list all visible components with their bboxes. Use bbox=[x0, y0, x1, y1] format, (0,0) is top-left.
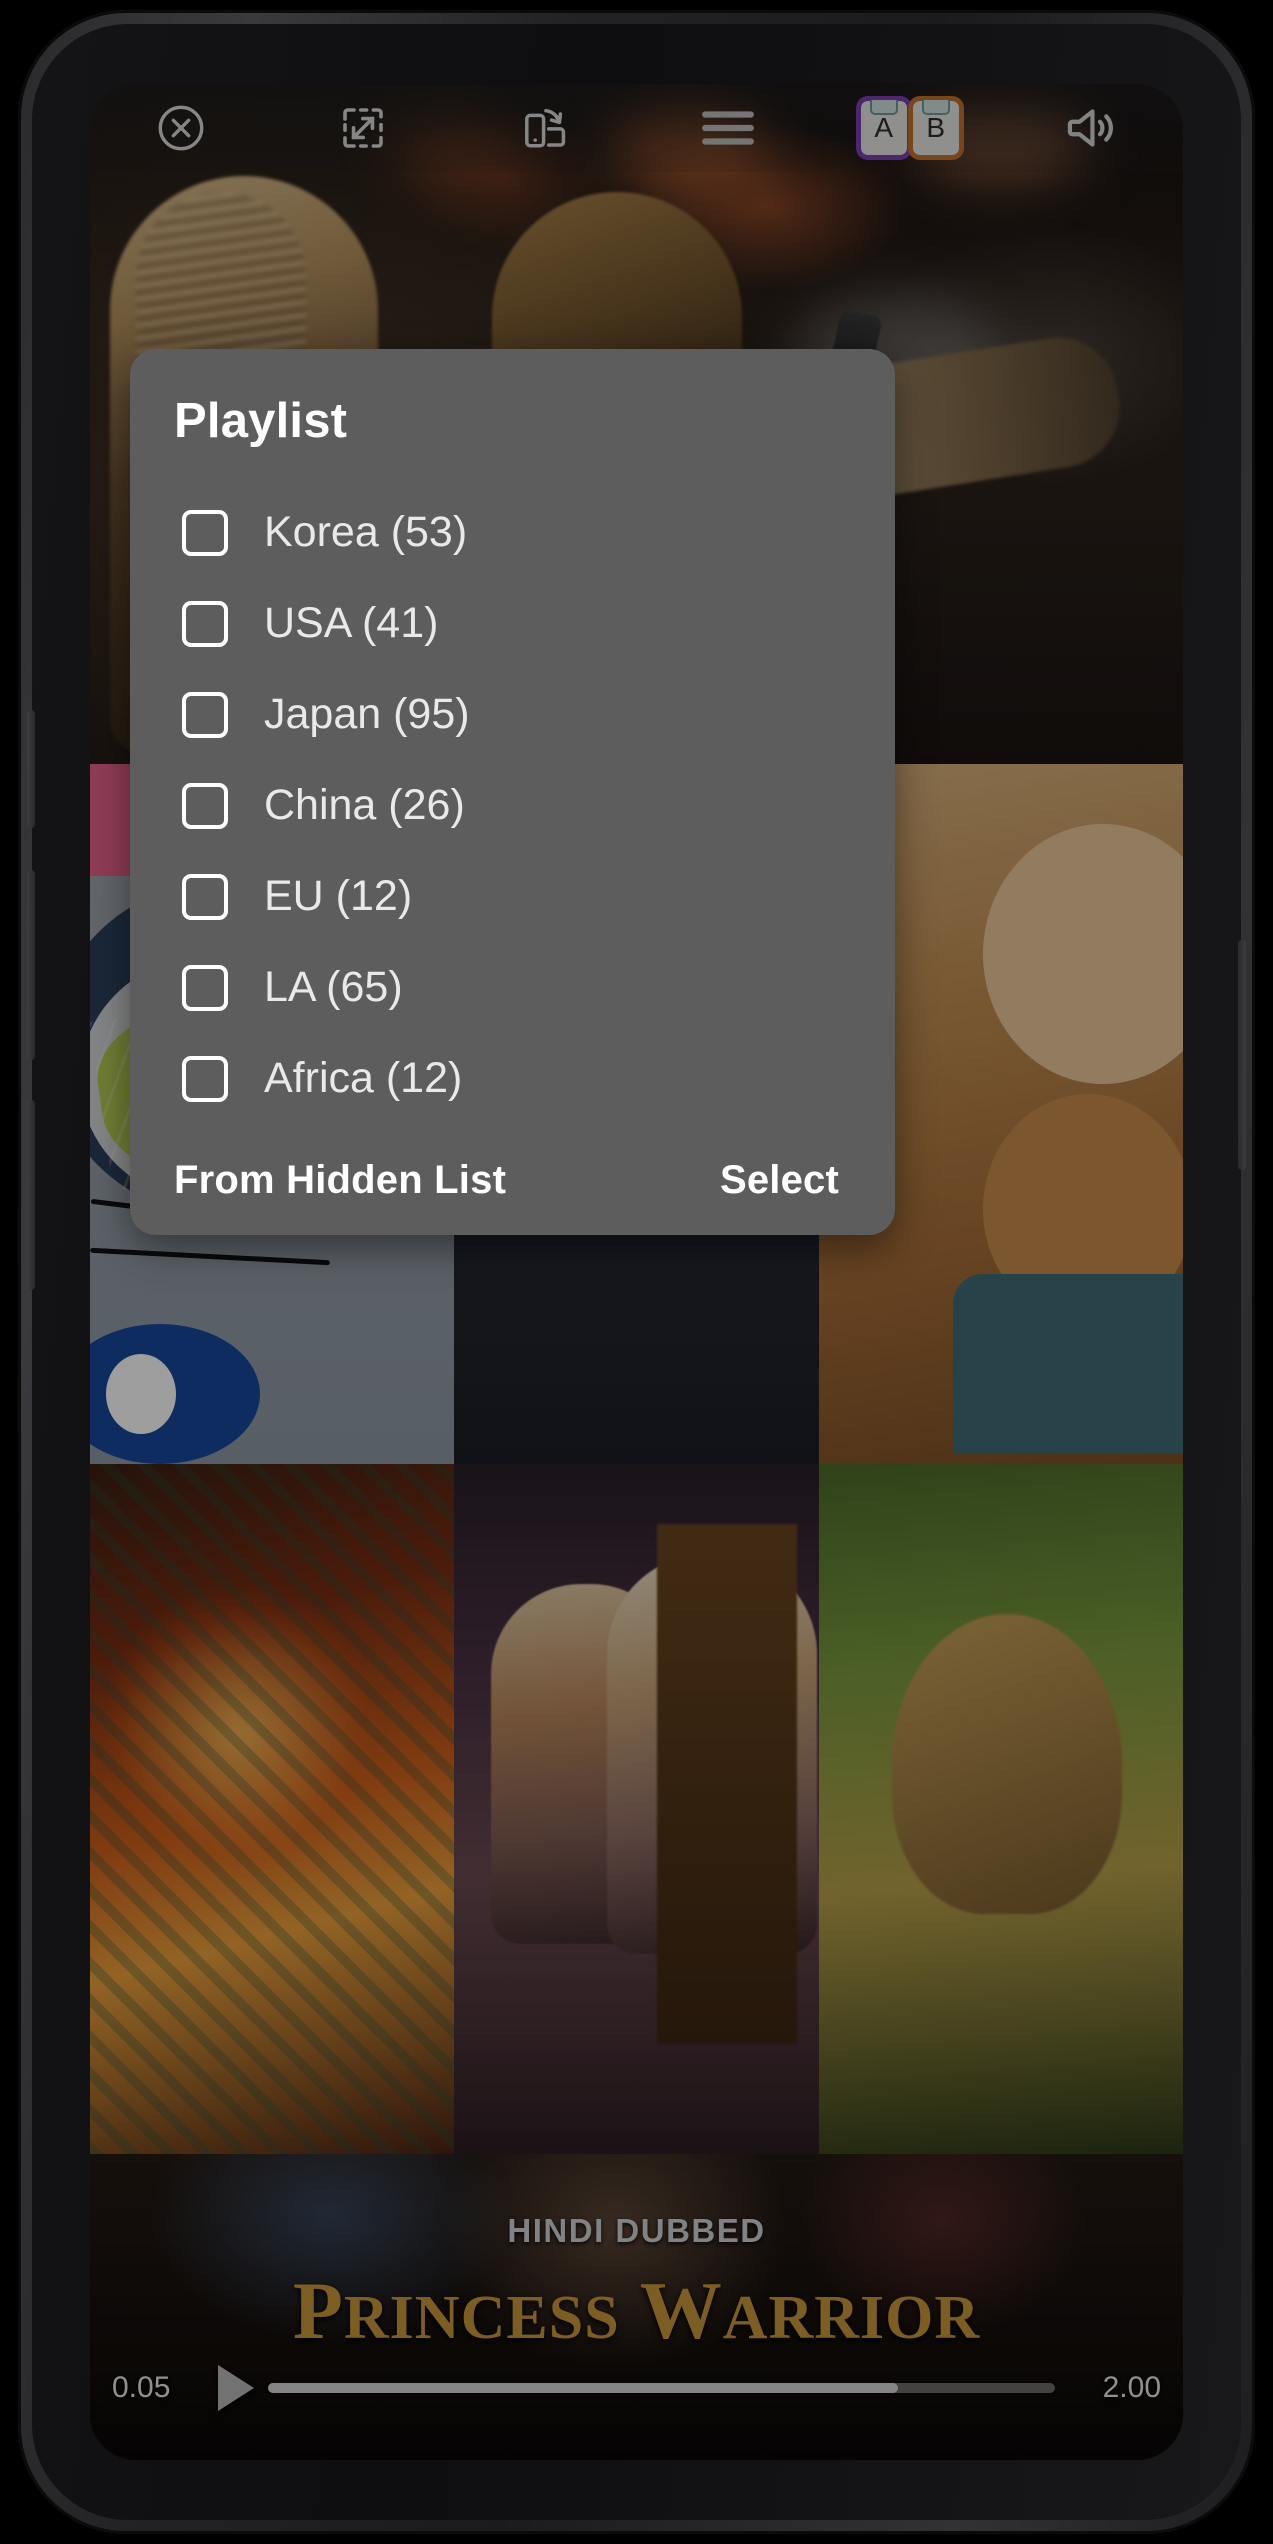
checkbox-la[interactable] bbox=[182, 964, 228, 1011]
playlist-dialog: Playlist Korea (53) USA (41) Japan (95) … bbox=[130, 349, 895, 1235]
checkbox-eu[interactable] bbox=[182, 873, 228, 920]
playlist-option-label: LA (65) bbox=[264, 963, 403, 1011]
select-button[interactable]: Select bbox=[720, 1158, 839, 1203]
phone-volume-up-button[interactable] bbox=[27, 870, 35, 1060]
phone-side-button-mute[interactable] bbox=[27, 710, 35, 828]
dialog-title: Playlist bbox=[174, 394, 348, 448]
playlist-option-label: USA (41) bbox=[264, 599, 439, 647]
playlist-option-eu[interactable]: EU (12) bbox=[130, 851, 895, 942]
playlist-option-usa[interactable]: USA (41) bbox=[130, 578, 895, 669]
dialog-action-bar: From Hidden List Select bbox=[130, 1130, 895, 1221]
phone-screen: A B HINDI DUBBED PRINCESS WARRIOR 0.05 2… bbox=[90, 84, 1183, 2460]
checkbox-china[interactable] bbox=[182, 782, 228, 829]
playlist-option-label: China (26) bbox=[264, 781, 465, 829]
playlist-option-japan[interactable]: Japan (95) bbox=[130, 669, 895, 760]
playlist-option-label: Africa (12) bbox=[264, 1054, 463, 1102]
checkbox-africa[interactable] bbox=[182, 1055, 228, 1102]
playlist-option-china[interactable]: China (26) bbox=[130, 760, 895, 851]
playlist-option-africa[interactable]: Africa (12) bbox=[130, 1033, 895, 1124]
playlist-option-la[interactable]: LA (65) bbox=[130, 942, 895, 1033]
playlist-option-label: EU (12) bbox=[264, 872, 413, 920]
checkbox-usa[interactable] bbox=[182, 600, 228, 647]
playlist-option-label: Japan (95) bbox=[264, 690, 470, 738]
from-hidden-list-button[interactable]: From Hidden List bbox=[174, 1158, 506, 1203]
playlist-option-korea[interactable]: Korea (53) bbox=[130, 487, 895, 578]
playlist-option-label: Korea (53) bbox=[264, 508, 468, 556]
checkbox-japan[interactable] bbox=[182, 691, 228, 738]
playlist-option-list: Korea (53) USA (41) Japan (95) China (26… bbox=[130, 457, 895, 1130]
checkbox-korea[interactable] bbox=[182, 509, 228, 556]
phone-power-button[interactable] bbox=[1238, 940, 1246, 1170]
phone-volume-down-button[interactable] bbox=[27, 1100, 35, 1290]
